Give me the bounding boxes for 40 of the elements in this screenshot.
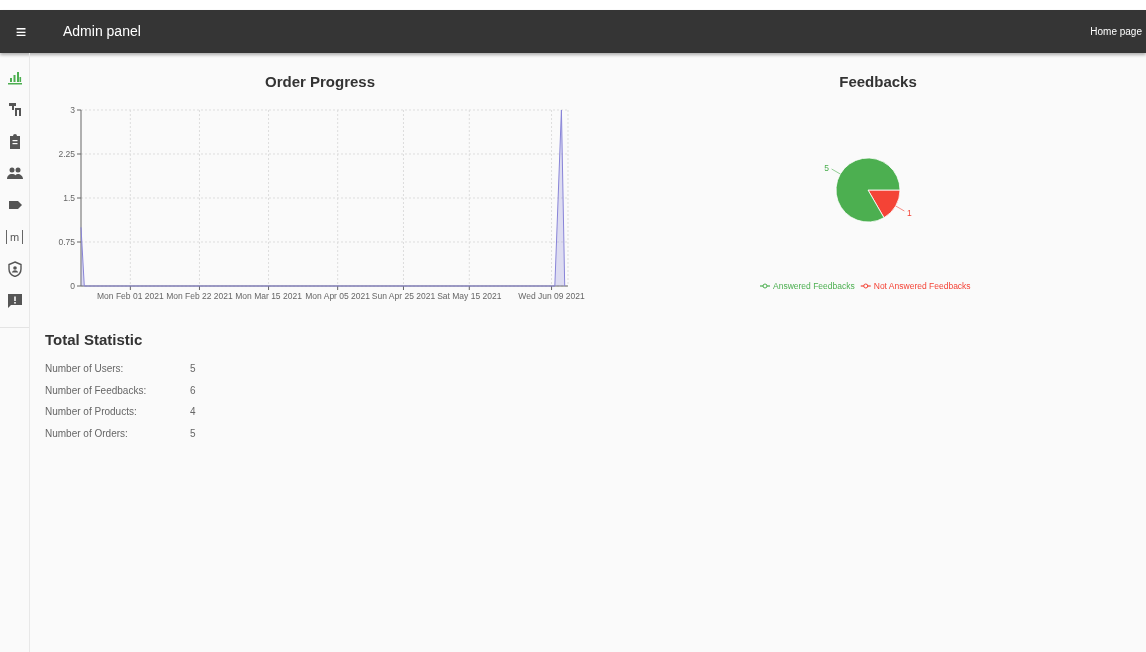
stat-label: Number of Feedbacks: [45, 383, 148, 398]
shield-person-icon[interactable] [6, 261, 23, 277]
clothing-icon[interactable] [6, 101, 23, 117]
axis-tick-label: 2.25 [58, 148, 75, 159]
legend-label: Not Answered Feedbacks [873, 280, 971, 291]
axis-tick-label: Mon Mar 15 2021 [235, 290, 302, 301]
stat-value: 6 [190, 383, 196, 398]
data-label: 5 [824, 162, 830, 172]
chart-title: Feedbacks [838, 72, 918, 92]
menu-button[interactable]: ≡ [0, 22, 42, 41]
leader-line [831, 168, 841, 174]
axis-tick-label: 0 [70, 280, 75, 291]
legend-label: Answered Feedbacks [773, 280, 855, 291]
home-link[interactable]: Home page [1090, 24, 1142, 39]
stat-label: Number of Users: [45, 362, 125, 376]
leader-line [895, 205, 905, 211]
legend-marker-icon [860, 283, 872, 288]
data-label: 1 [906, 207, 912, 217]
chart-title: Order Progress [263, 72, 376, 92]
axis-tick-label: Sun Apr 25 2021 [371, 290, 436, 301]
axis-tick-label: Wed Jun 09 2021 [518, 290, 585, 301]
section-title: Total Statistic [45, 329, 144, 350]
axis-tick-label: Mon Feb 22 2021 [166, 290, 233, 301]
stat-value: 5 [190, 362, 196, 376]
axis-tick-label: 1.5 [63, 192, 75, 203]
stat-value: 5 [190, 426, 196, 441]
axis-tick-label: Sat May 15 2021 [437, 290, 502, 301]
axis-tick-label: Mon Feb 01 2021 [97, 290, 164, 301]
legend-marker-icon [759, 283, 771, 288]
stat-label: Number of Products: [45, 405, 138, 419]
axis-tick-label: Mon Apr 05 2021 [305, 290, 371, 301]
feedback-icon[interactable] [6, 293, 23, 309]
axis-tick-label: 0.75 [58, 236, 75, 247]
axis-tick-label: 3 [70, 104, 75, 115]
app-title: Admin panel [63, 22, 141, 41]
bar-chart-icon[interactable] [6, 69, 23, 85]
sidebar-item[interactable]: m [5, 230, 24, 244]
stat-label: Number of Orders: [45, 426, 129, 441]
stat-value: 4 [190, 405, 196, 419]
people-icon[interactable] [6, 165, 23, 181]
